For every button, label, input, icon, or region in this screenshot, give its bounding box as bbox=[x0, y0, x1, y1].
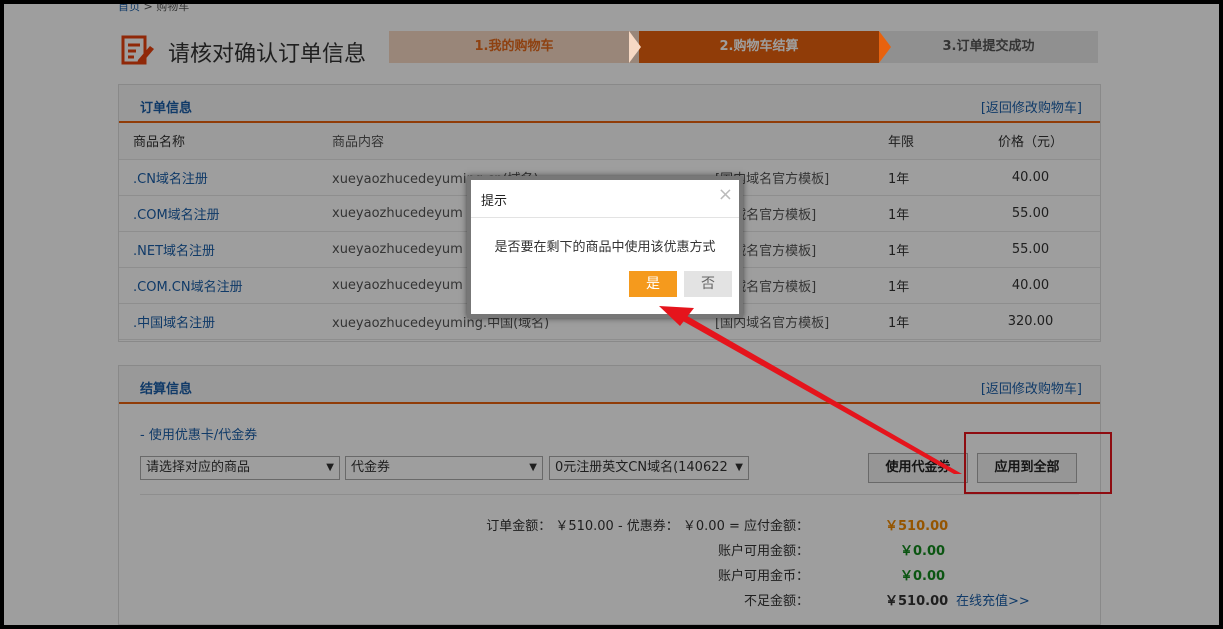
yes-button[interactable]: 是 bbox=[629, 271, 677, 297]
dialog-title: 提示 bbox=[481, 194, 508, 209]
close-icon[interactable]: × bbox=[718, 184, 733, 205]
screenshot-frame: 首页 > 购物车 请核对确认订单信息 1.我的购物车 2.购物车结算 3.订单提… bbox=[0, 0, 1223, 629]
dialog-message: 是否要在剩下的商品中使用该优惠方式 bbox=[494, 240, 716, 255]
step-arrow bbox=[879, 31, 891, 63]
dialog-header: 提示 × bbox=[471, 180, 739, 218]
confirm-dialog: 提示 × 是否要在剩下的商品中使用该优惠方式 是 否 bbox=[467, 176, 743, 318]
checkout-page: 首页 > 购物车 请核对确认订单信息 1.我的购物车 2.购物车结算 3.订单提… bbox=[4, 4, 1219, 625]
no-button[interactable]: 否 bbox=[684, 271, 732, 297]
step-arrow bbox=[629, 31, 641, 63]
